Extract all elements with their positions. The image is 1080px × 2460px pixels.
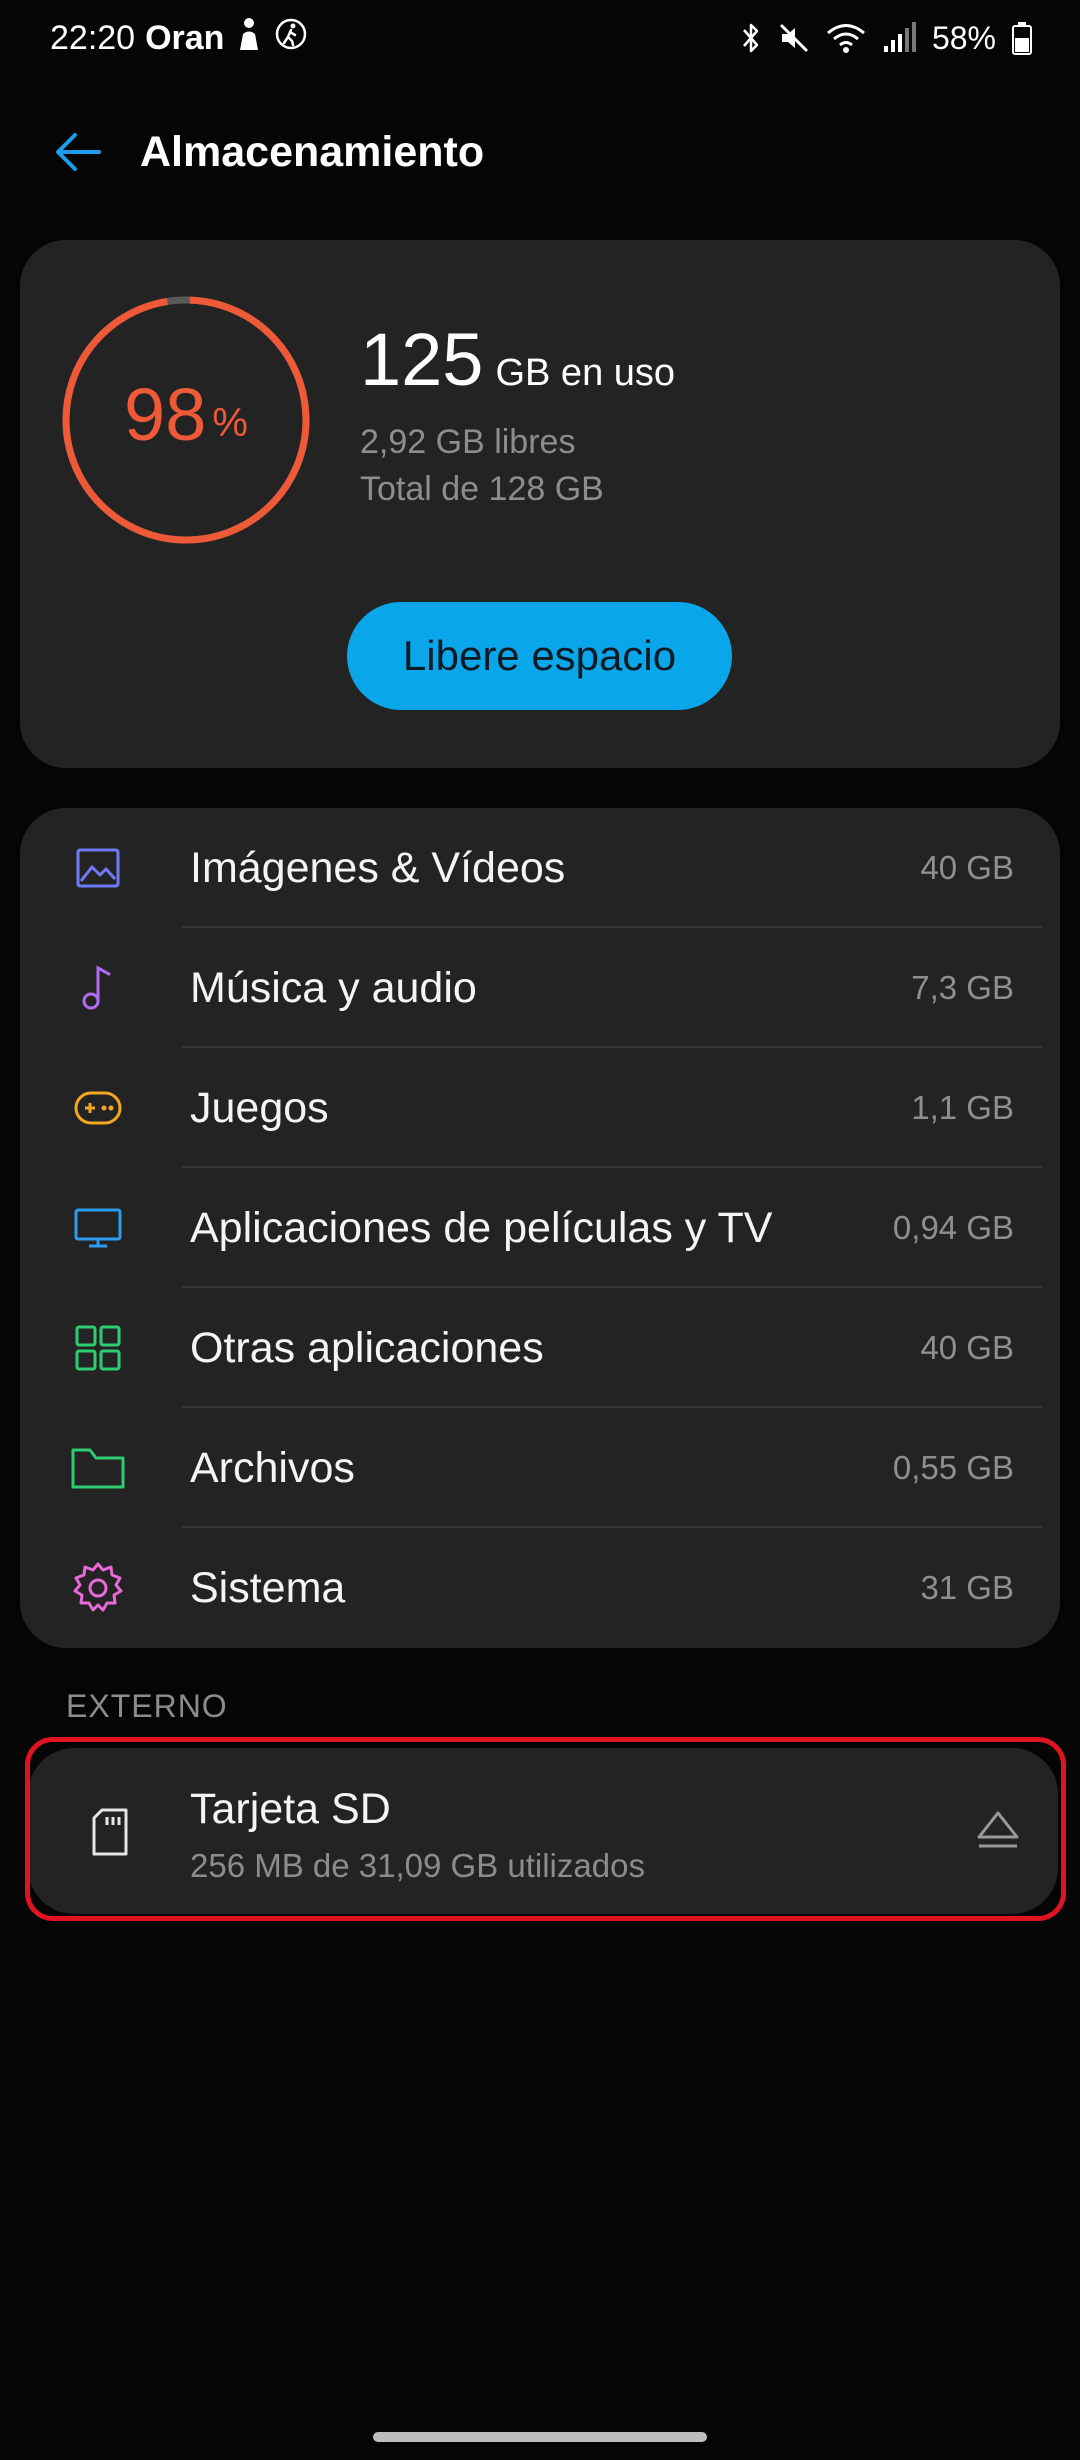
image-icon <box>70 840 126 896</box>
music-note-icon <box>70 960 126 1016</box>
categories-card: Imágenes & Vídeos 40 GB Música y audio 7… <box>20 808 1060 1648</box>
page-title: Almacenamiento <box>140 128 485 176</box>
activity-walk-icon <box>274 17 308 60</box>
bluetooth-icon <box>740 21 762 55</box>
category-size: 1,1 GB <box>911 1089 1014 1126</box>
free-space-text: 2,92 GB libres <box>360 423 576 461</box>
category-row-images[interactable]: Imágenes & Vídeos 40 GB <box>20 808 1060 928</box>
gear-icon <box>70 1560 126 1616</box>
usage-percent-unit: % <box>212 401 248 445</box>
category-label: Sistema <box>190 1564 346 1612</box>
free-up-space-button[interactable]: Libere espacio <box>347 602 732 710</box>
category-row-system[interactable]: Sistema 31 GB <box>20 1528 1060 1648</box>
tv-icon <box>70 1200 126 1256</box>
category-size: 0,55 GB <box>892 1449 1014 1486</box>
category-row-games[interactable]: Juegos 1,1 GB <box>20 1048 1060 1168</box>
category-size: 40 GB <box>920 849 1014 886</box>
total-space-text: Total de 128 GB <box>360 470 604 508</box>
sd-card-highlight <box>25 1737 1066 1921</box>
gamepad-icon <box>70 1080 126 1136</box>
category-label: Música y audio <box>190 964 477 1012</box>
category-size: 0,94 GB <box>892 1209 1014 1246</box>
notification-person-icon <box>234 16 264 61</box>
used-suffix: GB en uso <box>495 352 676 394</box>
category-label: Aplicaciones de películas y TV <box>190 1204 773 1252</box>
category-label: Juegos <box>190 1084 329 1132</box>
gesture-navigation-bar[interactable] <box>373 2432 707 2442</box>
category-label: Archivos <box>190 1444 355 1492</box>
back-button[interactable] <box>46 122 110 186</box>
category-size: 7,3 GB <box>911 969 1014 1006</box>
arrow-left-icon <box>53 130 103 179</box>
category-size: 40 GB <box>920 1329 1014 1366</box>
category-label: Otras aplicaciones <box>190 1324 544 1372</box>
status-bar: 22:20 Oran 58% <box>0 0 1080 76</box>
usage-percent: 98% <box>56 370 316 460</box>
category-row-music[interactable]: Música y audio 7,3 GB <box>20 928 1060 1048</box>
storage-summary-card: 98% 125 GB en uso 2,92 GB libres Total de… <box>20 240 1060 768</box>
battery-icon <box>1012 21 1032 55</box>
wifi-icon <box>826 22 866 54</box>
apps-grid-icon <box>70 1320 126 1376</box>
app-bar: Almacenamiento <box>0 110 1080 192</box>
mute-icon <box>778 22 810 54</box>
category-row-movies-tv[interactable]: Aplicaciones de películas y TV 0,94 GB <box>20 1168 1060 1288</box>
usage-used-line: 125 GB en uso <box>360 322 1020 419</box>
status-carrier: Oran <box>145 18 225 57</box>
category-label: Imágenes & Vídeos <box>190 844 566 892</box>
status-left: 22:20 Oran <box>50 14 308 62</box>
category-size: 31 GB <box>920 1569 1014 1606</box>
folder-icon <box>70 1440 126 1496</box>
used-amount: 125 <box>360 318 484 401</box>
usage-details: 125 GB en uso 2,92 GB libres Total de 128… <box>360 322 1020 513</box>
category-row-files[interactable]: Archivos 0,55 GB <box>20 1408 1060 1528</box>
status-right: 58% <box>740 14 1032 62</box>
status-time: 22:20 <box>50 18 136 57</box>
section-header-external: EXTERNO <box>66 1688 228 1724</box>
signal-icon <box>882 22 916 54</box>
category-row-other-apps[interactable]: Otras aplicaciones 40 GB <box>20 1288 1060 1408</box>
battery-text: 58% <box>931 19 996 56</box>
usage-percent-value: 98 <box>124 373 207 456</box>
